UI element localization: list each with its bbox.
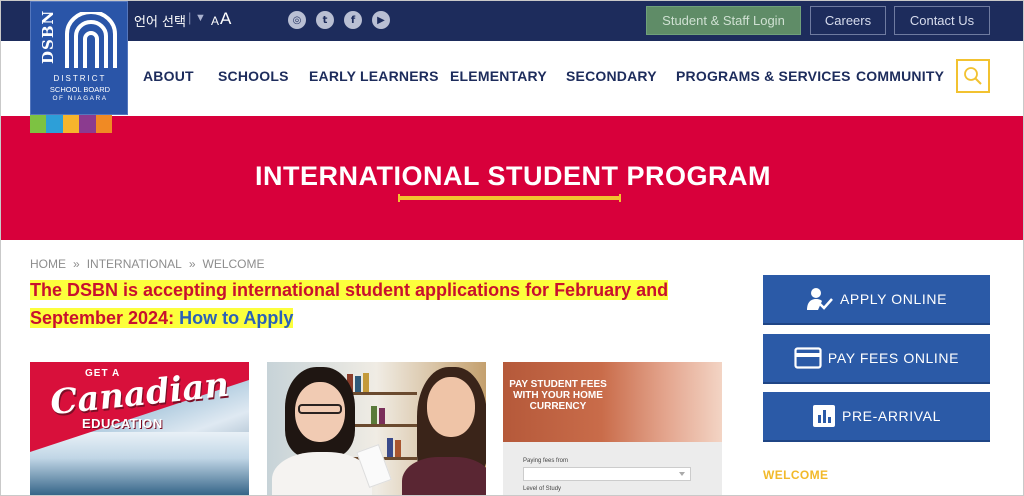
logo-color-strip: [30, 115, 113, 133]
breadcrumb-separator: »: [73, 257, 80, 271]
main-nav: ABOUT SCHOOLS EARLY LEARNERS ELEMENTARY …: [1, 41, 1023, 116]
color-strip-segment: [30, 115, 47, 133]
apply-online-button[interactable]: APPLY ONLINE: [763, 275, 990, 325]
logo-line-niagara: OF NIAGARA: [52, 95, 108, 102]
sidebar-welcome-link[interactable]: WELCOME: [763, 468, 828, 482]
card-canadian-education[interactable]: GET A Canadian EDUCATION: [30, 362, 249, 495]
nav-elementary[interactable]: ELEMENTARY: [450, 68, 547, 84]
teacher-body: [402, 457, 486, 495]
pre-arrival-label: PRE-ARRIVAL: [842, 408, 941, 424]
paying-fees-select: [523, 467, 691, 481]
announcement: The DSBN is accepting international stud…: [30, 276, 710, 332]
breadcrumb-separator: »: [188, 257, 196, 271]
search-icon: [964, 67, 982, 85]
color-strip-segment: [46, 115, 63, 133]
logo-line-district: DISTRICT: [53, 74, 107, 83]
credit-card-icon: [794, 347, 822, 369]
nav-programs-services[interactable]: PROGRAMS & SERVICES: [676, 68, 851, 84]
card-title-line1: PAY STUDENT FEES: [509, 379, 607, 390]
pay-fees-online-label: PAY FEES ONLINE: [827, 350, 960, 366]
card-title-line3: CURRENCY: [529, 401, 587, 412]
color-strip-segment: [79, 115, 96, 133]
book: [379, 408, 385, 424]
logo-line-school-board: SCHOOL BOARD: [49, 85, 111, 94]
teacher-face: [427, 377, 475, 437]
bar-chart-icon: [812, 404, 836, 428]
youtube-icon[interactable]: ▶: [372, 11, 390, 29]
announcement-line1: The DSBN is accepting international stud…: [30, 280, 669, 300]
top-bar: 언어 선택 | ▼ A A ◎ t f ▶ Student & Staff Lo…: [1, 1, 1023, 41]
dsbn-logo[interactable]: DSBN DISTRICT SCHOOL BOARD OF NIAGARA: [30, 1, 128, 115]
breadcrumb-welcome: WELCOME: [202, 257, 265, 271]
color-strip-segment: [62, 115, 80, 133]
paying-fees-label: Paying fees from: [523, 458, 569, 464]
pre-arrival-button[interactable]: PRE-ARRIVAL: [763, 392, 990, 442]
nav-secondary[interactable]: SECONDARY: [566, 68, 657, 84]
careers-button[interactable]: Careers: [810, 6, 886, 35]
nav-about[interactable]: ABOUT: [143, 68, 194, 84]
font-size-large-button[interactable]: A: [220, 9, 231, 29]
title-underline: [398, 194, 621, 202]
card-title-line2: WITH YOUR HOME: [513, 390, 603, 401]
page-banner: INTERNATIONAL STUDENT PROGRAM: [1, 116, 1023, 240]
logo-wordmark: DSBN: [39, 9, 57, 64]
instagram-icon[interactable]: ◎: [288, 11, 306, 29]
nav-schools[interactable]: SCHOOLS: [218, 68, 289, 84]
card-header: PAY STUDENT FEES WITH YOUR HOME CURRENCY: [503, 362, 722, 442]
book: [395, 440, 401, 457]
book: [371, 406, 377, 424]
card-students-photo[interactable]: [267, 362, 486, 495]
language-selector[interactable]: 언어 선택: [134, 11, 186, 30]
nav-early-learners[interactable]: EARLY LEARNERS: [309, 68, 439, 84]
contact-us-button[interactable]: Contact Us: [894, 6, 990, 35]
book: [387, 438, 393, 457]
book: [355, 376, 361, 392]
card-pay-fees-currency[interactable]: PAY STUDENT FEES WITH YOUR HOME CURRENCY…: [503, 362, 722, 495]
card-fees-title: PAY STUDENT FEES WITH YOUR HOME CURRENCY: [503, 379, 613, 412]
color-strip-segment: [95, 115, 113, 133]
page-frame: 언어 선택 | ▼ A A ◎ t f ▶ Student & Staff Lo…: [0, 0, 1024, 496]
language-dropdown-icon[interactable]: ▼: [195, 12, 206, 24]
student-staff-login-button[interactable]: Student & Staff Login: [646, 6, 801, 35]
breadcrumb-international[interactable]: INTERNATIONAL: [87, 257, 182, 271]
level-of-study-label: Level of Study: [523, 486, 562, 492]
language-separator: |: [188, 10, 192, 25]
user-check-icon: [806, 287, 834, 311]
how-to-apply-link[interactable]: How to Apply: [179, 308, 293, 328]
breadcrumb: HOME » INTERNATIONAL » WELCOME: [30, 257, 265, 271]
font-size-small-button[interactable]: A: [211, 14, 219, 28]
nav-community[interactable]: COMMUNITY: [856, 68, 944, 84]
search-button[interactable]: [956, 59, 990, 93]
facebook-icon[interactable]: f: [344, 11, 362, 29]
student-body: [272, 452, 372, 495]
apply-online-label: APPLY ONLINE: [839, 291, 948, 307]
book: [363, 373, 369, 392]
logo-arches-icon: [65, 12, 117, 68]
card-education-text: EDUCATION: [82, 416, 163, 431]
twitter-icon[interactable]: t: [316, 11, 334, 29]
announcement-line2: September 2024:: [30, 308, 180, 328]
breadcrumb-home[interactable]: HOME: [30, 257, 66, 271]
fees-form-preview: Paying fees from Level of Study: [503, 442, 722, 495]
page-title: INTERNATIONAL STUDENT PROGRAM: [255, 161, 771, 191]
glasses-icon: [298, 404, 342, 414]
pay-fees-online-button[interactable]: PAY FEES ONLINE: [763, 334, 990, 384]
niagara-falls-image: [30, 432, 249, 495]
